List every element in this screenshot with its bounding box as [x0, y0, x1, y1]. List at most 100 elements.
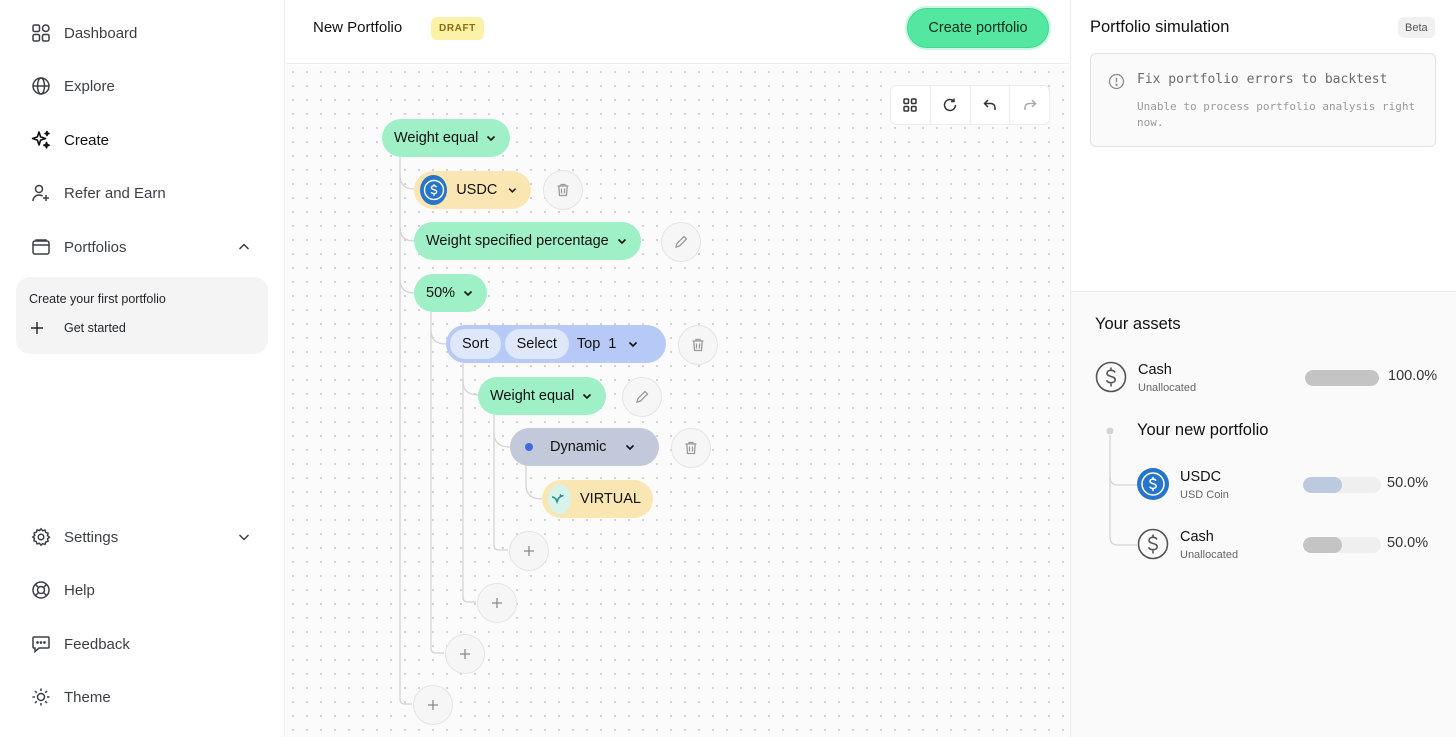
node-percent[interactable]: 50%: [414, 274, 488, 312]
sparkles-icon: [30, 129, 52, 151]
nav-label: Refer and Earn: [64, 184, 166, 202]
plus-icon: [492, 598, 502, 608]
sidebar: Dashboard Explore Create Refer and Earn …: [0, 0, 285, 737]
nav-refer-and-earn[interactable]: Refer and Earn: [30, 181, 166, 205]
get-started-button[interactable]: Get started: [29, 320, 126, 336]
allocation-percent: 100.0%: [1388, 368, 1438, 384]
status-dot-icon: [525, 443, 533, 451]
gear-icon: [30, 526, 52, 548]
node-weight-equal-inner[interactable]: Weight equal: [478, 377, 607, 415]
refresh-button[interactable]: [931, 86, 971, 124]
backtest-error-card: Fix portfolio errors to backtest Unable …: [1090, 53, 1436, 147]
undo-button[interactable]: [971, 86, 1011, 124]
layout-button[interactable]: [891, 86, 931, 124]
chevron-down-icon: [508, 188, 517, 193]
first-portfolio-card: Create your first portfolio Get started: [16, 277, 268, 354]
dollar-coin-icon: [1137, 528, 1169, 560]
node-label: 50%: [426, 285, 456, 301]
nav-portfolios[interactable]: Portfolios: [30, 235, 260, 259]
sort-chip[interactable]: Sort: [450, 329, 501, 359]
plus-icon: [524, 546, 534, 556]
allocation-bar: [1305, 370, 1379, 386]
node-virtual[interactable]: VIRTUAL: [542, 480, 653, 518]
node-label: Weight equal: [490, 388, 575, 404]
edit-inner-weights-button[interactable]: [622, 377, 662, 417]
nav-label: Portfolios: [64, 238, 127, 256]
usdc-token-icon: [420, 175, 448, 205]
nav-help[interactable]: Help: [30, 578, 95, 602]
nav-feedback[interactable]: Feedback: [30, 632, 130, 656]
asset-sub: Unallocated: [1138, 382, 1197, 394]
nav-create[interactable]: Create: [30, 128, 109, 152]
top-label: Top: [576, 336, 601, 352]
chevron-down-icon: [617, 238, 626, 245]
allocation-bar: [1303, 477, 1381, 493]
node-weight-equal-root[interactable]: Weight equal: [382, 119, 511, 157]
add-node-button[interactable]: [509, 531, 549, 571]
nav-label: Settings: [64, 528, 119, 546]
asset-row-cash-portfolio: Cash Unallocated 50.0%: [1137, 528, 1437, 568]
nav-dashboard[interactable]: Dashboard: [30, 21, 137, 45]
delete-sort-button[interactable]: [678, 325, 718, 365]
chevron-up-icon[interactable]: [236, 239, 252, 255]
chevron-down-icon: [626, 444, 635, 451]
allocation-percent: 50.0%: [1387, 535, 1429, 551]
node-label: USDC: [456, 182, 498, 198]
node-sort-select[interactable]: Sort Select Top 1: [446, 325, 666, 363]
asset-name: Cash: [1138, 362, 1172, 378]
allocation-bar-fill: [1303, 477, 1342, 493]
nav-label: Help: [64, 581, 95, 599]
assets-title: Your assets: [1095, 315, 1181, 333]
trash-icon: [692, 338, 704, 352]
virtual-token-icon: [548, 484, 572, 514]
dollar-coin-icon: [1095, 361, 1127, 393]
redo-button[interactable]: [1010, 86, 1049, 124]
lifebuoy-icon: [30, 579, 52, 601]
node-label: Weight equal: [394, 130, 479, 146]
create-portfolio-button[interactable]: Create portfolio: [907, 8, 1049, 48]
nav-label: Explore: [64, 77, 115, 95]
allocation-bar: [1303, 537, 1381, 553]
asset-sub: Unallocated: [1180, 549, 1239, 561]
node-usdc[interactable]: USDC: [414, 171, 531, 209]
nav-explore[interactable]: Explore: [30, 74, 115, 98]
asset-name: USDC: [1180, 469, 1222, 485]
plus-icon: [428, 700, 438, 710]
edit-weights-button[interactable]: [661, 222, 701, 262]
draft-badge: DRAFT: [431, 17, 484, 40]
nav-settings[interactable]: Settings: [30, 525, 260, 549]
usdc-token-icon: [1137, 468, 1169, 500]
add-node-button[interactable]: [445, 634, 485, 674]
node-weight-specified[interactable]: Weight specified percentage: [414, 222, 641, 260]
delete-usdc-button[interactable]: [543, 170, 583, 210]
assets-section: Your assets Cash Unallocated 100.0% Your…: [1071, 291, 1456, 737]
alert-circle-icon: [1108, 73, 1125, 90]
chevron-down-icon[interactable]: [236, 529, 252, 545]
dashboard-grid-icon: [30, 22, 52, 44]
editor-header: New Portfolio DRAFT Create portfolio: [286, 0, 1069, 64]
asset-row-usdc: USDC USD Coin 50.0%: [1137, 468, 1437, 508]
grid-icon: [903, 98, 918, 112]
delete-dynamic-button[interactable]: [671, 428, 711, 468]
portfolio-subtitle: Your new portfolio: [1137, 421, 1269, 439]
beta-badge: Beta: [1398, 17, 1435, 38]
builder-canvas[interactable]: Weight equal USDC Weight specified perce…: [286, 65, 1069, 737]
trash-icon: [685, 441, 697, 455]
add-node-button[interactable]: [477, 583, 517, 623]
asset-row-cash: Cash Unallocated 100.0%: [1095, 361, 1438, 401]
portfolio-tree-line: [1106, 427, 1137, 546]
node-label: Weight specified percentage: [426, 233, 609, 249]
globe-icon: [30, 75, 52, 97]
wallet-icon: [30, 236, 52, 258]
select-chip[interactable]: Select: [504, 329, 569, 359]
top-count[interactable]: 1: [608, 336, 616, 352]
nav-theme[interactable]: Theme: [30, 685, 111, 709]
simulation-title: Portfolio simulation: [1090, 18, 1230, 36]
get-started-label: Get started: [64, 321, 126, 335]
node-dynamic[interactable]: Dynamic: [510, 428, 659, 466]
add-node-button[interactable]: [413, 685, 453, 725]
nav-label: Theme: [64, 688, 111, 706]
pencil-icon: [675, 235, 688, 248]
chevron-down-icon: [583, 393, 592, 400]
promo-title: Create your first portfolio: [29, 292, 166, 306]
